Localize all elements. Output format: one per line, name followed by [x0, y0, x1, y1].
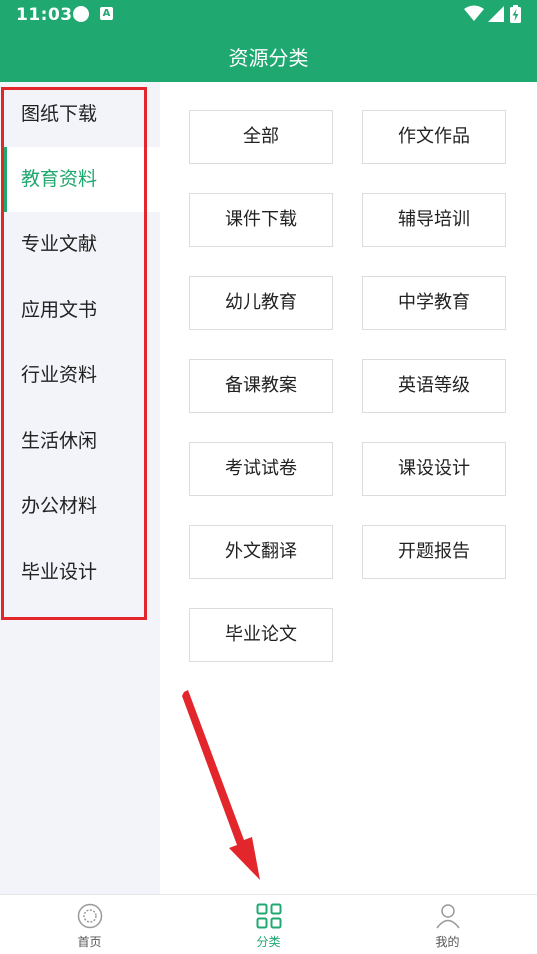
grid-icon — [256, 903, 282, 929]
category-exam-papers-button[interactable]: 考试试卷 — [189, 442, 333, 496]
nav-profile[interactable]: 我的 — [358, 895, 537, 954]
category-middle-school-button[interactable]: 中学教育 — [362, 276, 506, 330]
sidebar-item-label: 专业文献 — [21, 233, 98, 255]
category-translation-button[interactable]: 外文翻译 — [189, 525, 333, 579]
person-icon — [436, 904, 460, 929]
sidebar-item-drawings[interactable]: 图纸下载 — [0, 82, 160, 147]
sidebar-item-label: 生活休闲 — [21, 430, 98, 452]
bottom-navigation: 首页 分类 我的 — [0, 894, 537, 954]
sidebar-item-graduation[interactable]: 毕业设计 — [0, 540, 160, 605]
nav-home[interactable]: 首页 — [0, 895, 179, 954]
nav-category[interactable]: 分类 — [179, 895, 358, 954]
sidebar-item-label: 教育资料 — [21, 168, 98, 190]
category-courseware-button[interactable]: 课件下载 — [189, 193, 333, 247]
sidebar-item-literature[interactable]: 专业文献 — [0, 212, 160, 277]
top-app-bar: 11:03 A 资源分类 — [0, 0, 537, 82]
category-sidebar: 图纸下载 教育资料 专业文献 应用文书 行业资料 生活休闲 办公材料 毕业设计 — [0, 82, 160, 894]
category-tutoring-button[interactable]: 辅导培训 — [362, 193, 506, 247]
category-lesson-plan-button[interactable]: 备课教案 — [189, 359, 333, 413]
category-essay-button[interactable]: 作文作品 — [362, 110, 506, 164]
cell-signal-icon — [488, 6, 504, 22]
sidebar-item-documents[interactable]: 应用文书 — [0, 278, 160, 343]
sidebar-item-industry[interactable]: 行业资料 — [0, 343, 160, 408]
category-english-level-button[interactable]: 英语等级 — [362, 359, 506, 413]
category-preschool-button[interactable]: 幼儿教育 — [189, 276, 333, 330]
category-thesis-button[interactable]: 毕业论文 — [189, 608, 333, 662]
sidebar-item-label: 行业资料 — [21, 364, 98, 386]
nav-category-label: 分类 — [256, 935, 281, 949]
status-time: 11:03 — [16, 5, 73, 25]
sidebar-item-office[interactable]: 办公材料 — [0, 474, 160, 539]
nav-home-label: 首页 — [77, 935, 102, 949]
sidebar-item-education[interactable]: 教育资料 — [0, 147, 160, 212]
sidebar-item-label: 应用文书 — [21, 299, 98, 321]
category-course-design-button[interactable]: 课设设计 — [362, 442, 506, 496]
app-notification-icon: A — [100, 7, 113, 20]
sidebar-item-leisure[interactable]: 生活休闲 — [0, 409, 160, 474]
category-proposal-button[interactable]: 开题报告 — [362, 525, 506, 579]
status-bar: 11:03 A — [0, 0, 537, 30]
sidebar-item-label: 图纸下载 — [21, 103, 98, 125]
page-title: 资源分类 — [228, 46, 309, 70]
sidebar-item-label: 办公材料 — [21, 495, 98, 517]
home-circle-icon — [77, 903, 103, 929]
notification-dot-icon — [73, 6, 89, 22]
wifi-icon — [464, 5, 484, 21]
category-all-button[interactable]: 全部 — [189, 110, 333, 164]
nav-profile-label: 我的 — [435, 935, 460, 949]
battery-charging-icon — [510, 5, 521, 23]
annotation-arrow-icon — [182, 690, 260, 880]
sidebar-item-label: 毕业设计 — [21, 561, 98, 583]
